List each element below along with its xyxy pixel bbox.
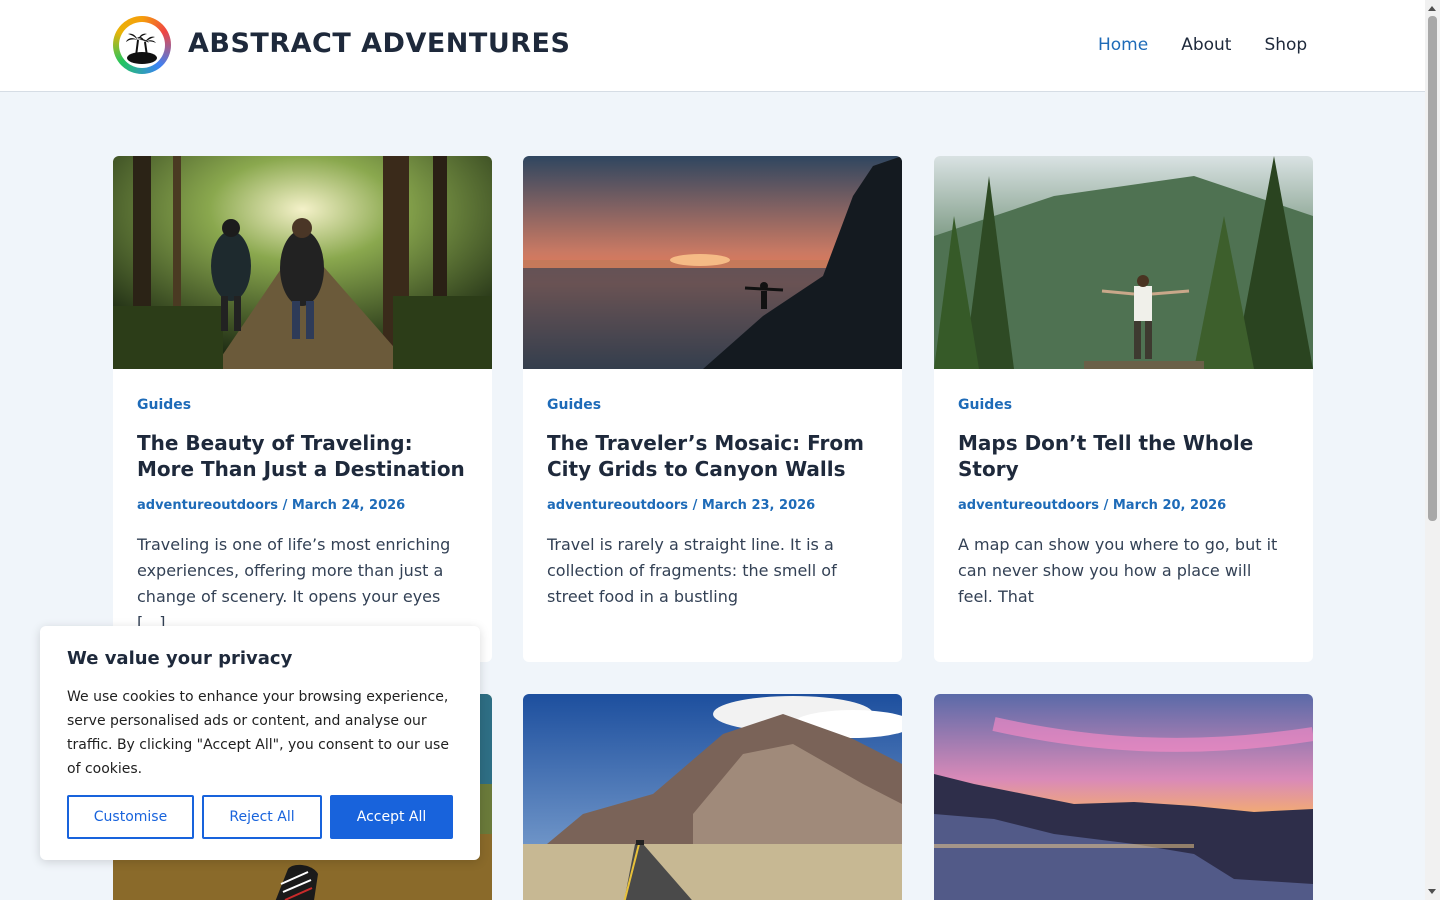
meta-separator: /	[1099, 498, 1113, 513]
cookie-consent-banner: We value your privacy We use cookies to …	[40, 626, 480, 860]
post-image-forest-hikers[interactable]	[113, 156, 492, 369]
cookie-banner-text: We use cookies to enhance your browsing …	[67, 689, 449, 777]
post-author[interactable]: adventureoutdoors	[137, 498, 278, 513]
nav-shop[interactable]: Shop	[1264, 35, 1307, 55]
post-excerpt: A map can show you where to go, but it c…	[958, 535, 1278, 606]
page-scrollbar[interactable]	[1425, 0, 1440, 900]
nav-about[interactable]: About	[1181, 35, 1231, 55]
post-excerpt: Travel is rarely a straight line. It is …	[547, 535, 837, 606]
post-image-desert-road[interactable]	[523, 694, 902, 900]
site-logo[interactable]	[113, 16, 171, 74]
post-author[interactable]: adventureoutdoors	[547, 498, 688, 513]
main-nav: Home About Shop	[1098, 35, 1307, 55]
post-meta: adventureoutdoors / March 20, 2026	[958, 498, 1289, 513]
scroll-up-arrow-icon[interactable]	[1428, 6, 1436, 11]
meta-separator: /	[278, 498, 292, 513]
post-card[interactable]: Guides Maps Don’t Tell the Whole Story a…	[934, 156, 1313, 662]
post-card[interactable]	[934, 694, 1313, 900]
cookie-banner-heading: We value your privacy	[67, 648, 293, 669]
post-category[interactable]: Guides	[547, 397, 878, 413]
post-card[interactable]	[523, 694, 902, 900]
post-excerpt: Traveling is one of life’s most enrichin…	[137, 535, 451, 632]
post-author[interactable]: adventureoutdoors	[958, 498, 1099, 513]
post-card[interactable]: Guides The Beauty of Traveling: More Tha…	[113, 156, 492, 662]
customise-button[interactable]: Customise	[67, 795, 194, 839]
post-category[interactable]: Guides	[137, 397, 468, 413]
reject-all-button[interactable]: Reject All	[202, 795, 322, 839]
site-title[interactable]: ABSTRACT ADVENTURES	[188, 28, 570, 59]
accept-all-button[interactable]: Accept All	[330, 795, 453, 839]
palm-island-icon	[119, 22, 165, 68]
meta-separator: /	[688, 498, 702, 513]
post-image-mountain-forest[interactable]	[934, 156, 1313, 369]
post-category[interactable]: Guides	[958, 397, 1289, 413]
post-date[interactable]: March 20, 2026	[1113, 498, 1226, 513]
post-date[interactable]: March 23, 2026	[702, 498, 815, 513]
nav-home[interactable]: Home	[1098, 35, 1148, 55]
post-title[interactable]: The Beauty of Traveling: More Than Just …	[137, 430, 468, 482]
post-card[interactable]: Guides The Traveler’s Mosaic: From City …	[523, 156, 902, 662]
post-title[interactable]: The Traveler’s Mosaic: From City Grids t…	[547, 430, 878, 482]
scroll-down-arrow-icon[interactable]	[1428, 889, 1436, 894]
post-meta: adventureoutdoors / March 24, 2026	[137, 498, 468, 513]
site-header: ABSTRACT ADVENTURES Home About Shop	[0, 0, 1425, 92]
post-date[interactable]: March 24, 2026	[292, 498, 405, 513]
post-title[interactable]: Maps Don’t Tell the Whole Story	[958, 430, 1289, 482]
cookie-buttons: Customise Reject All Accept All	[67, 795, 453, 839]
post-image-ocean-sunset[interactable]	[523, 156, 902, 369]
post-image-coastal-sunset[interactable]	[934, 694, 1313, 900]
post-meta: adventureoutdoors / March 23, 2026	[547, 498, 878, 513]
scrollbar-thumb[interactable]	[1428, 16, 1437, 521]
